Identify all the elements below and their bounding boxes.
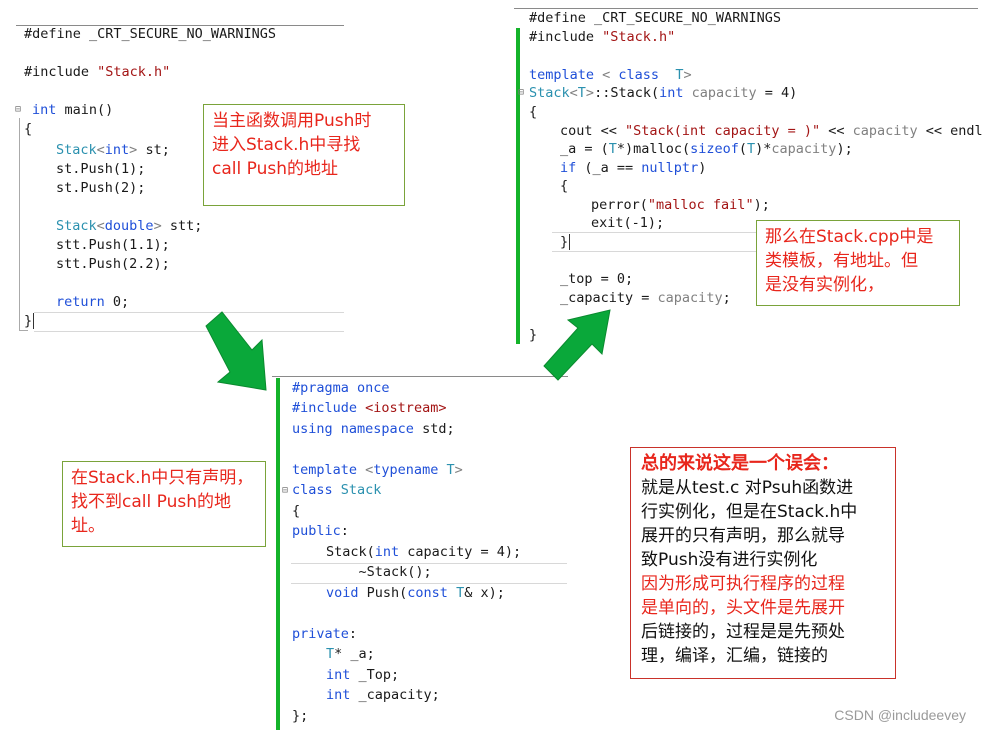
code-line: { bbox=[560, 178, 569, 194]
code-line: #pragma once bbox=[292, 380, 390, 396]
summary-line: 理，编译，汇编，链接的 bbox=[641, 646, 828, 666]
code-line: #define _CRT_SECURE_NO_WARNINGS bbox=[529, 10, 781, 26]
note-line: 在Stack.h中只有声明， bbox=[71, 468, 254, 488]
note-line: 当主函数调用Push时 bbox=[212, 111, 372, 131]
code-line: Stack(int capacity = 4); bbox=[326, 544, 522, 560]
code-line: { bbox=[292, 503, 301, 519]
code-line: Stack<int> st; bbox=[56, 142, 170, 158]
code-line: Stack<T>::Stack(int capacity = 4) bbox=[529, 85, 798, 101]
annotation-summary: 总的来说这是一个误会： 就是从test.c 对Psuh函数进 行实例化，但是在S… bbox=[630, 447, 896, 679]
up-right-arrow-icon bbox=[543, 309, 611, 381]
code-line: cout << "Stack(int capacity = )" << capa… bbox=[560, 123, 982, 139]
note-line: call Push的地址 bbox=[212, 159, 338, 179]
code-line: stt.Push(2.2); bbox=[56, 256, 170, 272]
code-line: { bbox=[529, 104, 538, 120]
summary-line: 就是从test.c 对Psuh函数进 bbox=[641, 478, 854, 498]
code-line: template <typename T> bbox=[292, 462, 463, 478]
watermark: CSDN @includeevey bbox=[834, 707, 966, 723]
fold-toggle-icon[interactable]: ⊟ bbox=[15, 104, 21, 115]
code-line: perror("malloc fail"); bbox=[591, 197, 770, 213]
code-line: template < class T> bbox=[529, 67, 692, 83]
annotation-note-push-lookup: 当主函数调用Push时 进入Stack.h中寻找 call Push的地址 bbox=[203, 104, 405, 206]
changed-lines-marker bbox=[516, 28, 520, 344]
code-line: class Stack bbox=[292, 482, 382, 498]
code-line: void Push(const T& x); bbox=[326, 585, 505, 601]
code-line: public: bbox=[292, 523, 349, 539]
code-line: #include <iostream> bbox=[292, 400, 447, 416]
code-line: } bbox=[529, 327, 538, 343]
code-line: st.Push(1); bbox=[56, 161, 146, 177]
current-line-border bbox=[552, 251, 758, 252]
code-line: exit(-1); bbox=[591, 215, 665, 231]
current-line-border bbox=[34, 331, 344, 332]
code-line: if (_a == nullptr) bbox=[560, 160, 707, 176]
code-line: int _Top; bbox=[326, 667, 400, 683]
code-line: T* _a; bbox=[326, 646, 375, 662]
summary-line: 因为形成可执行程序的过程 bbox=[641, 574, 845, 594]
code-line: stt.Push(1.1); bbox=[56, 237, 170, 253]
note-line: 类模板，有地址。但 bbox=[765, 251, 918, 271]
note-line: 找不到call Push的地 bbox=[71, 492, 231, 512]
current-line-border bbox=[552, 232, 758, 233]
note-line: 那么在Stack.cpp中是 bbox=[765, 227, 934, 247]
code-line: int _capacity; bbox=[326, 687, 440, 703]
note-line: 址。 bbox=[71, 516, 105, 536]
fold-guide bbox=[19, 118, 28, 331]
note-line: 是没有实例化， bbox=[765, 275, 884, 295]
code-line: private: bbox=[292, 626, 358, 642]
current-line-border bbox=[291, 583, 567, 584]
fold-toggle-icon[interactable]: ⊟ bbox=[282, 485, 288, 496]
code-line: return 0; bbox=[56, 294, 130, 310]
code-line: int main() bbox=[32, 102, 114, 118]
code-line: } bbox=[560, 233, 579, 252]
summary-line: 后链接的，过程是是先预处 bbox=[641, 622, 845, 642]
code-line: _top = 0; bbox=[560, 271, 634, 287]
down-right-arrow-icon bbox=[205, 311, 267, 391]
current-line-border bbox=[34, 312, 344, 313]
fold-toggle-icon[interactable]: ⊟ bbox=[518, 87, 524, 98]
code-line: _a = (T*)malloc(sizeof(T)*capacity); bbox=[560, 141, 853, 157]
changed-lines-marker bbox=[276, 378, 280, 730]
code-line: using namespace std; bbox=[292, 421, 455, 437]
note-line: 进入Stack.h中寻找 bbox=[212, 135, 361, 155]
code-line: st.Push(2); bbox=[56, 180, 146, 196]
summary-title: 总的来说这是一个误会： bbox=[641, 453, 839, 474]
annotation-note-stack-cpp: 那么在Stack.cpp中是 类模板，有地址。但 是没有实例化， bbox=[756, 220, 960, 306]
code-line: }; bbox=[292, 708, 309, 724]
editor-top-border bbox=[272, 376, 568, 377]
code-line: Stack<double> stt; bbox=[56, 218, 203, 234]
summary-line: 展开的只有声明，那么就导 bbox=[641, 526, 845, 546]
code-line: ~Stack(); bbox=[326, 564, 432, 580]
code-line: #include "Stack.h" bbox=[529, 29, 676, 45]
current-line-border bbox=[291, 563, 567, 564]
annotation-note-only-declaration: 在Stack.h中只有声明， 找不到call Push的地 址。 bbox=[62, 461, 266, 547]
code-line: #define _CRT_SECURE_NO_WARNINGS bbox=[24, 26, 276, 42]
summary-line: 是单向的，头文件是先展开 bbox=[641, 598, 845, 618]
summary-line: 致Push没有进行实例化 bbox=[641, 550, 818, 570]
summary-line: 行实例化，但是在Stack.h中 bbox=[641, 502, 858, 522]
code-line: #include "Stack.h" bbox=[24, 64, 171, 80]
